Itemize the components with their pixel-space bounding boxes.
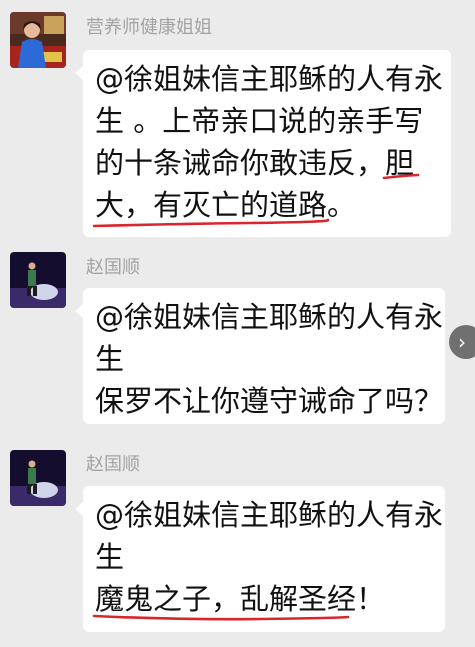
red-underline-mark (92, 173, 420, 621)
chevron-right-icon[interactable]: › (449, 325, 475, 359)
